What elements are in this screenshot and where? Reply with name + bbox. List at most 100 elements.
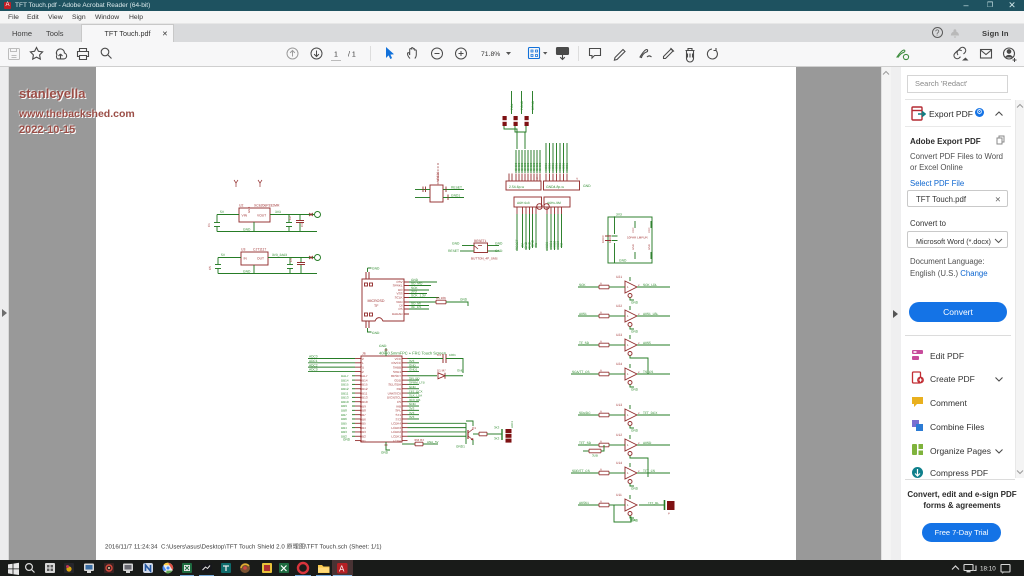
svg-text:Q1: Q1 bbox=[472, 426, 476, 430]
svg-text:R: R bbox=[600, 469, 602, 472]
svg-text:A0SD: A0SD bbox=[643, 441, 652, 445]
svg-text:U22: U22 bbox=[616, 304, 622, 308]
svg-text:VOUT: VOUT bbox=[257, 214, 266, 218]
svg-text:SCK_1.3V: SCK_1.3V bbox=[411, 294, 427, 298]
svg-text:GND: GND bbox=[243, 270, 251, 274]
svg-text:PGND: PGND bbox=[520, 100, 524, 110]
svg-text:2: 2 bbox=[638, 313, 640, 316]
svg-text:XC6206P332MR: XC6206P332MR bbox=[254, 204, 280, 208]
svg-text:A0S1: A0S1 bbox=[579, 312, 587, 316]
svg-text:U24: U24 bbox=[616, 362, 622, 366]
svg-text:GND1: GND1 bbox=[451, 194, 460, 198]
svg-text:Sign In: Sign In bbox=[982, 29, 1009, 38]
svg-text:A: A bbox=[339, 565, 345, 574]
svg-text:100n: 100n bbox=[449, 353, 456, 357]
svg-text:2: 2 bbox=[638, 442, 640, 445]
svg-text:CJT1117: CJT1117 bbox=[253, 248, 266, 252]
svg-text:SD_MO: SD_MO bbox=[411, 282, 423, 286]
svg-text:SCK_LDL: SCK_LDL bbox=[643, 283, 657, 287]
svg-text:1: 1 bbox=[627, 443, 629, 447]
svg-text:DADAD: DADAD bbox=[392, 312, 403, 316]
svg-text:DB1: DB1 bbox=[360, 439, 366, 443]
svg-text:GND4-8p-w: GND4-8p-w bbox=[546, 185, 564, 189]
svg-text:GND: GND bbox=[381, 451, 389, 455]
svg-text:C3: C3 bbox=[300, 223, 304, 227]
svg-text:GND: GND bbox=[631, 388, 639, 392]
svg-text:ADC3: ADC3 bbox=[309, 368, 318, 372]
svg-text:GND: GND bbox=[631, 429, 639, 433]
svg-text:TF_SD: TF_SD bbox=[579, 341, 590, 345]
svg-text:C6: C6 bbox=[289, 258, 293, 262]
svg-text:VCC: VCC bbox=[632, 227, 635, 233]
svg-text:GND: GND bbox=[379, 344, 387, 348]
svg-text:TFT_SD: TFT_SD bbox=[579, 441, 592, 445]
svg-text:3V3: 3V3 bbox=[616, 213, 622, 217]
svg-text:SDR/TT_CS: SDR/TT_CS bbox=[572, 469, 590, 473]
svg-text:R: R bbox=[600, 312, 602, 315]
svg-text:GND: GND bbox=[495, 242, 503, 246]
svg-text:IN: IN bbox=[244, 257, 248, 261]
svg-text:OUT: OUT bbox=[257, 257, 264, 261]
svg-text:U14: U14 bbox=[616, 461, 622, 465]
svg-text:RESET1: RESET1 bbox=[474, 239, 487, 243]
svg-text:3K3: 3K3 bbox=[494, 426, 500, 430]
svg-text:DRNB: DRNB bbox=[531, 101, 535, 110]
svg-text:GND: GND bbox=[343, 438, 351, 442]
svg-text:GND: GND bbox=[243, 228, 251, 232]
svg-text:R: R bbox=[600, 441, 602, 444]
svg-text:U21: U21 bbox=[616, 275, 622, 279]
svg-text:C5: C5 bbox=[208, 266, 212, 270]
svg-text:1: 1 bbox=[334, 52, 338, 59]
svg-text:71.8%: 71.8% bbox=[481, 51, 500, 58]
svg-text:R: R bbox=[600, 341, 602, 344]
svg-text:VCC: VCC bbox=[648, 227, 651, 233]
svg-text:2: 2 bbox=[638, 284, 640, 287]
svg-text:3V3: 3V3 bbox=[409, 415, 415, 419]
svg-text:1: 1 bbox=[627, 285, 629, 289]
svg-text:VCC3: VCC3 bbox=[565, 163, 569, 171]
svg-text:P: P bbox=[668, 512, 670, 516]
svg-text:U13: U13 bbox=[616, 403, 622, 407]
svg-text:U23: U23 bbox=[616, 333, 622, 337]
svg-text:CS: CS bbox=[398, 307, 402, 311]
svg-text:U2: U2 bbox=[239, 204, 243, 208]
svg-text:100nF: 100nF bbox=[608, 235, 612, 243]
svg-text:3K3: 3K3 bbox=[494, 437, 500, 441]
svg-text:GND: GND bbox=[460, 298, 468, 302]
svg-text:10PAR LMPUR: 10PAR LMPUR bbox=[627, 236, 648, 240]
svg-text:5V: 5V bbox=[221, 253, 226, 257]
svg-text:R: R bbox=[600, 283, 602, 286]
svg-text:GND0: GND0 bbox=[538, 162, 542, 171]
svg-text:U3: U3 bbox=[241, 248, 245, 252]
svg-text:GND: GND bbox=[583, 184, 591, 188]
svg-text:TS_CS: TS_CS bbox=[643, 370, 653, 374]
svg-text:Y: Y bbox=[576, 177, 579, 181]
svg-text:GND: GND bbox=[631, 487, 639, 491]
svg-text:J6: J6 bbox=[362, 352, 366, 356]
svg-text:3V3: 3V3 bbox=[275, 210, 281, 214]
svg-text:3V3_2A63: 3V3_2A63 bbox=[272, 253, 287, 257]
svg-text:SDs/DC: SDs/DC bbox=[579, 411, 591, 415]
svg-text:R: R bbox=[600, 411, 602, 414]
svg-text:1: 1 bbox=[627, 503, 629, 507]
svg-text:GND: GND bbox=[247, 207, 251, 213]
svg-text:1: 1 bbox=[627, 471, 629, 475]
svg-text:TFT_BL: TFT_BL bbox=[648, 501, 659, 505]
svg-text:GND: GND bbox=[648, 244, 651, 250]
svg-text:3C_CS: 3C_CS bbox=[411, 305, 421, 309]
svg-text:GND: GND bbox=[495, 249, 503, 253]
svg-text:VIN: VIN bbox=[242, 214, 248, 218]
svg-text:1: 1 bbox=[627, 314, 629, 318]
svg-text:GND: GND bbox=[630, 518, 638, 522]
svg-text:MB520: MB520 bbox=[436, 172, 440, 182]
svg-text:X2: X2 bbox=[560, 243, 564, 247]
svg-text:GND: GND bbox=[619, 259, 627, 263]
svg-text:18:10: 18:10 bbox=[980, 565, 996, 572]
svg-text:LCDA: LCDA bbox=[393, 439, 401, 443]
svg-text:LED1: LED1 bbox=[510, 421, 514, 428]
svg-text:?: ? bbox=[935, 29, 940, 38]
svg-text:TFT_CS: TFT_CS bbox=[643, 469, 655, 473]
svg-text:GND: GND bbox=[457, 369, 465, 373]
svg-text:2.54-6p-w: 2.54-6p-w bbox=[509, 185, 525, 189]
svg-text:GND: GND bbox=[452, 242, 460, 246]
